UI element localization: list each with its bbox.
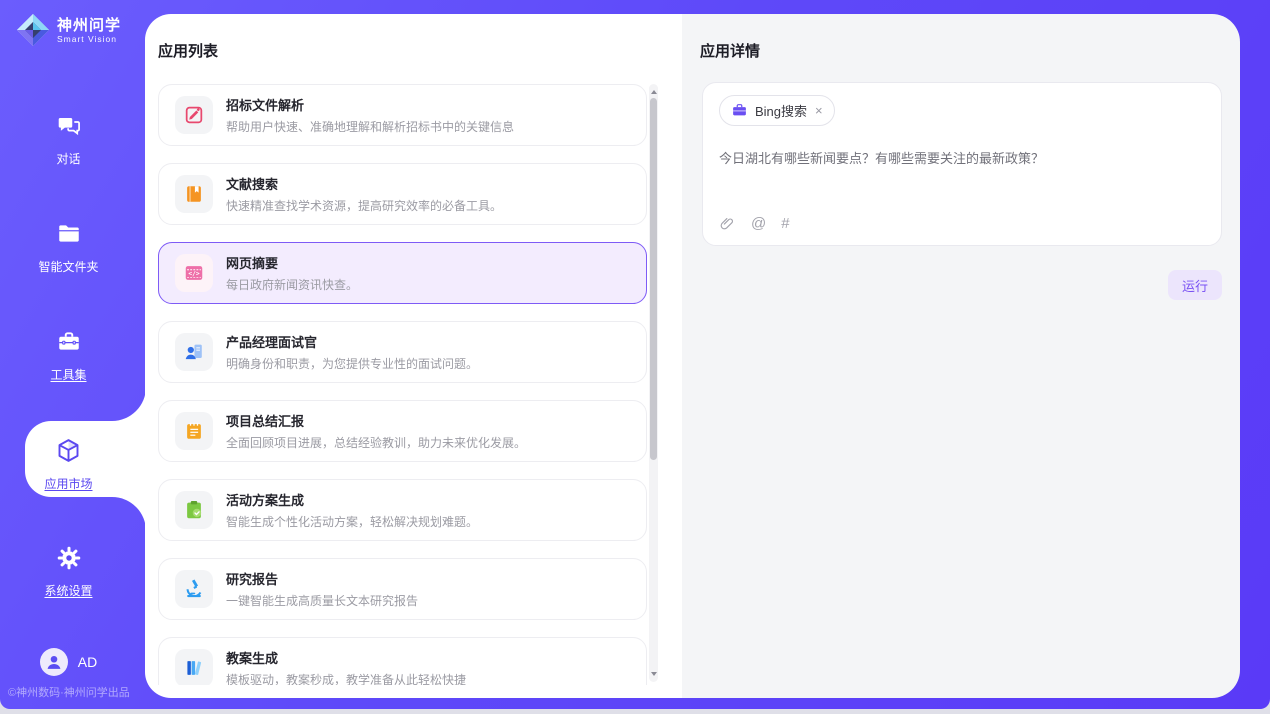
- app-card-texts: 教案生成模板驱动，教案秒成，教学准备从此轻松快捷: [226, 648, 466, 685]
- app-detail-panel: 应用详情 Bing搜索 × 今日湖北有哪些新闻要点？有哪些需要关注的最新政策？: [682, 14, 1240, 698]
- app-card-texts: 项目总结汇报全面回顾项目进展，总结经验教训，助力未来优化发展。: [226, 411, 526, 451]
- app-list-scrollbar[interactable]: [649, 84, 658, 682]
- app-card-literature-search[interactable]: 文献搜索快速精准查找学术资源，提高研究效率的必备工具。: [158, 163, 647, 225]
- app-card-pm-interviewer[interactable]: 产品经理面试官明确身份和职责，为您提供专业性的面试问题。: [158, 321, 647, 383]
- app-card-description: 全面回顾项目进展，总结经验教训，助力未来优化发展。: [226, 434, 526, 451]
- user-account[interactable]: AD: [0, 648, 137, 676]
- app-card-title: 研究报告: [226, 569, 418, 588]
- app-card-description: 智能生成个性化活动方案，轻松解决规划难题。: [226, 513, 478, 530]
- brand-logo: 神州问学 Smart Vision: [0, 13, 137, 47]
- brand-tagline: Smart Vision: [57, 34, 121, 44]
- app-card-title: 项目总结汇报: [226, 411, 526, 430]
- prompt-toolbar: @ #: [719, 215, 790, 232]
- app-icon-tile: [175, 570, 213, 608]
- app-detail-title: 应用详情: [700, 40, 760, 61]
- app-icon-tile: [175, 649, 213, 685]
- prompt-card: Bing搜索 × 今日湖北有哪些新闻要点？有哪些需要关注的最新政策？ @ #: [702, 82, 1222, 246]
- prompt-text[interactable]: 今日湖北有哪些新闻要点？有哪些需要关注的最新政策？: [719, 149, 1205, 168]
- sidebar-item-label: 系统设置: [0, 582, 137, 599]
- app-card-web-summary[interactable]: </> 网页摘要每日政府新闻资讯快查。: [158, 242, 647, 304]
- tool-chip-label: Bing搜索: [755, 101, 807, 120]
- scrollbar-thumb[interactable]: [650, 98, 657, 460]
- run-button[interactable]: 运行: [1168, 270, 1222, 300]
- app-card-bid-analysis[interactable]: 招标文件解析帮助用户快速、准确地理解和解析招标书中的关键信息: [158, 84, 647, 146]
- sidebar-item-app-market[interactable]: 应用市场: [0, 437, 137, 492]
- app-card-title: 产品经理面试官: [226, 332, 478, 351]
- app-card-texts: 文献搜索快速精准查找学术资源，提高研究效率的必备工具。: [226, 174, 502, 214]
- app-card-title: 活动方案生成: [226, 490, 478, 509]
- sidebar-item-label: 智能文件夹: [0, 258, 137, 275]
- app-card-texts: 产品经理面试官明确身份和职责，为您提供专业性的面试问题。: [226, 332, 478, 372]
- person-icon: [43, 651, 65, 673]
- user-initials: AD: [78, 654, 97, 670]
- scrollbar-up-icon[interactable]: [649, 86, 658, 98]
- app-card-description: 每日政府新闻资讯快查。: [226, 276, 358, 293]
- app-icon-tile: [175, 412, 213, 450]
- app-card-description: 明确身份和职责，为您提供专业性的面试问题。: [226, 355, 478, 372]
- app-card-texts: 研究报告一键智能生成高质量长文本研究报告: [226, 569, 418, 609]
- hash-icon[interactable]: #: [781, 216, 789, 232]
- app-icon-tile: [175, 491, 213, 529]
- app-card-description: 帮助用户快速、准确地理解和解析招标书中的关键信息: [226, 118, 514, 135]
- app-card-title: 招标文件解析: [226, 95, 514, 114]
- sidebar-item-settings[interactable]: 系统设置: [0, 545, 137, 599]
- tool-chip-bing-search[interactable]: Bing搜索 ×: [719, 95, 835, 126]
- brand-name: 神州问学: [57, 17, 121, 34]
- app-card-description: 一键智能生成高质量长文本研究报告: [226, 592, 418, 609]
- app-list-panel: 应用列表 招标文件解析帮助用户快速、准确地理解和解析招标书中的关键信息文献搜索快…: [145, 14, 682, 698]
- app-icon-tile: [175, 333, 213, 371]
- sidebar-item-label: 工具集: [0, 366, 137, 383]
- sidebar-item-smart-folder[interactable]: 智能文件夹: [0, 221, 137, 275]
- cube-icon: [55, 437, 82, 464]
- svg-text:</>: </>: [188, 271, 199, 278]
- scrollbar-down-icon[interactable]: [649, 668, 658, 680]
- sidebar-item-toolset[interactable]: 工具集: [0, 329, 137, 383]
- app-card-description: 快速精准查找学术资源，提高研究效率的必备工具。: [226, 197, 502, 214]
- app-card-title: 教案生成: [226, 648, 466, 667]
- app-card-title: 文献搜索: [226, 174, 502, 193]
- app-card-texts: 网页摘要每日政府新闻资讯快查。: [226, 253, 358, 293]
- app-card-texts: 活动方案生成智能生成个性化活动方案，轻松解决规划难题。: [226, 490, 478, 530]
- app-card-project-summary[interactable]: 项目总结汇报全面回顾项目进展，总结经验教训，助力未来优化发展。: [158, 400, 647, 462]
- app-icon-tile: [175, 175, 213, 213]
- app-window: 神州问学 Smart Vision 对话智能文件夹工具集应用市场系统设置 AD …: [0, 0, 1270, 709]
- app-card-texts: 招标文件解析帮助用户快速、准确地理解和解析招标书中的关键信息: [226, 95, 514, 135]
- at-icon[interactable]: @: [751, 216, 766, 232]
- sidebar-item-label: 应用市场: [0, 475, 137, 492]
- active-tab-curve-bottom: [106, 497, 146, 537]
- app-card-lesson-plan[interactable]: 教案生成模板驱动，教案秒成，教学准备从此轻松快捷: [158, 637, 647, 685]
- app-card-event-plan[interactable]: 活动方案生成智能生成个性化活动方案，轻松解决规划难题。: [158, 479, 647, 541]
- paperclip-icon[interactable]: [719, 215, 736, 232]
- active-tab-curve-top: [106, 381, 146, 421]
- app-list-title: 应用列表: [158, 40, 218, 61]
- avatar[interactable]: [40, 648, 68, 676]
- sidebar-item-chat[interactable]: 对话: [0, 113, 137, 167]
- close-icon[interactable]: ×: [815, 103, 823, 118]
- diamond-logo-icon: [16, 13, 50, 47]
- toolbox-icon: [56, 329, 82, 355]
- app-card-research-report[interactable]: 研究报告一键智能生成高质量长文本研究报告: [158, 558, 647, 620]
- copyright-text: ©神州数码·神州问学出品: [8, 684, 130, 700]
- chat-bubbles-icon: [56, 113, 82, 139]
- app-card-description: 模板驱动，教案秒成，教学准备从此轻松快捷: [226, 671, 466, 685]
- app-card-list: 招标文件解析帮助用户快速、准确地理解和解析招标书中的关键信息文献搜索快速精准查找…: [158, 84, 647, 685]
- briefcase-icon: [731, 102, 748, 119]
- gear-icon: [56, 545, 82, 571]
- folder-icon: [56, 221, 82, 247]
- app-card-title: 网页摘要: [226, 253, 358, 272]
- app-icon-tile: </>: [175, 254, 213, 292]
- sidebar-item-label: 对话: [0, 150, 137, 167]
- app-icon-tile: [175, 96, 213, 134]
